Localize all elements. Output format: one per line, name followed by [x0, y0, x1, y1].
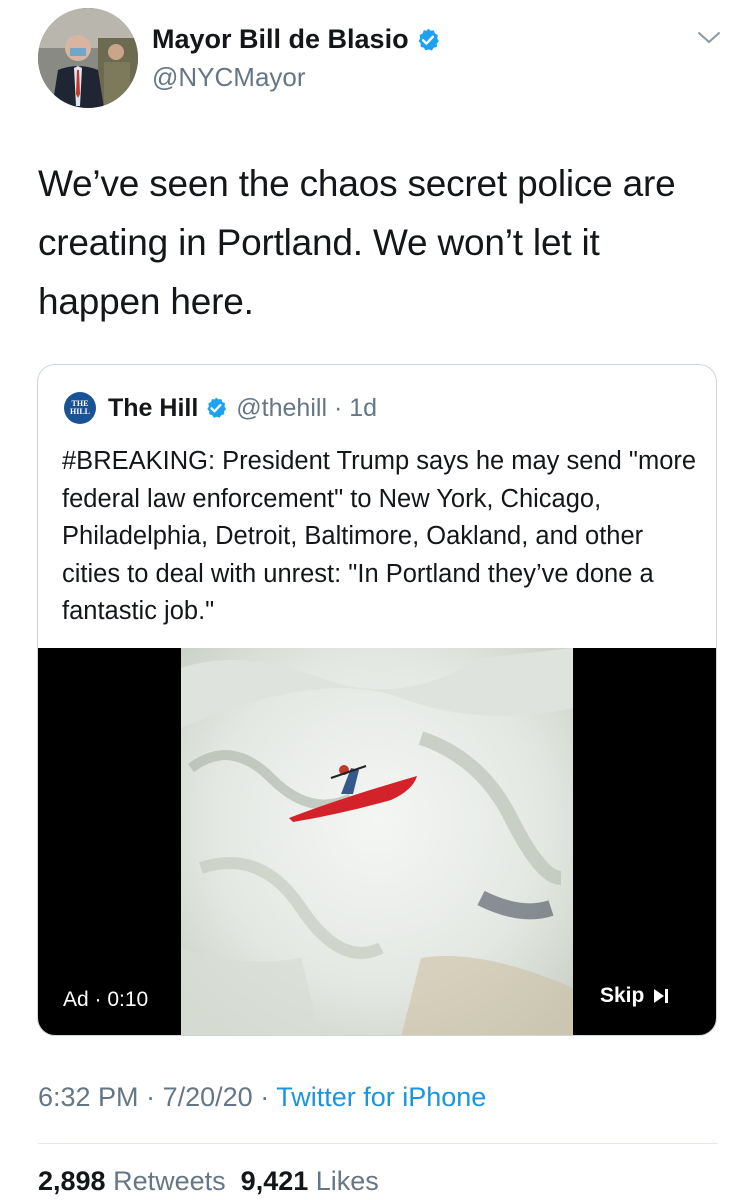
- separator-dot: ·: [327, 393, 350, 422]
- logo-text-bottom: HILL: [69, 407, 90, 416]
- quoted-tweet-card[interactable]: THE HILL The Hill @thehill · 1d #BREAKIN…: [37, 364, 717, 1036]
- tweet-date[interactable]: 7/20/20: [163, 1082, 253, 1112]
- video-thumbnail: [181, 648, 573, 1035]
- likes-label: Likes: [315, 1166, 379, 1196]
- likes-count: 9,421: [240, 1166, 309, 1196]
- quoted-tweet-text: #BREAKING: President Trump says he may s…: [62, 447, 697, 625]
- ad-timer-label: Ad · 0:10: [63, 988, 148, 1012]
- quoted-tweet-header: THE HILL The Hill @thehill · 1d: [64, 392, 377, 424]
- author-handle[interactable]: @NYCMayor: [152, 62, 306, 93]
- quoted-tweet-age: 1d: [349, 393, 378, 422]
- divider: [38, 1143, 718, 1144]
- skip-label: Skip: [600, 984, 645, 1007]
- engagement-stats: 2,898 Retweets 9,421 Likes: [38, 1166, 379, 1197]
- author-display-name[interactable]: Mayor Bill de Blasio: [152, 24, 441, 55]
- tweet-source-link[interactable]: Twitter for iPhone: [276, 1082, 486, 1112]
- ad-label: Ad: [63, 988, 89, 1011]
- verified-badge-icon: [418, 28, 439, 51]
- tweet-metadata: 6:32 PM · 7/20/20 · Twitter for iPhone: [38, 1082, 486, 1113]
- skip-forward-icon: [654, 989, 669, 1003]
- quoted-author-handle[interactable]: @thehill: [236, 394, 327, 423]
- profile-photo: [38, 8, 138, 108]
- chevron-down-icon[interactable]: [696, 28, 722, 48]
- video-frame[interactable]: [181, 648, 573, 1035]
- dot-separator: ·: [146, 1082, 163, 1112]
- verified-badge-icon: [207, 397, 227, 418]
- retweets-count: 2,898: [38, 1166, 106, 1196]
- the-hill-logo[interactable]: THE HILL: [64, 392, 96, 424]
- dot-separator: ·: [94, 988, 108, 1011]
- avatar[interactable]: [38, 8, 138, 108]
- tweet-time[interactable]: 6:32 PM: [38, 1082, 139, 1112]
- dot-separator: ·: [260, 1082, 277, 1112]
- ad-time: 0:10: [107, 988, 149, 1011]
- retweets-label: Retweets: [113, 1166, 226, 1196]
- tweet-text: We’ve seen the chaos secret police are c…: [38, 163, 676, 322]
- author-name[interactable]: Mayor Bill de Blasio: [152, 24, 409, 55]
- likes-stat[interactable]: 9,421 Likes: [241, 1166, 379, 1196]
- video-player[interactable]: Ad · 0:10 Skip: [38, 648, 716, 1035]
- retweets-stat[interactable]: 2,898 Retweets: [38, 1166, 226, 1196]
- quoted-author-name[interactable]: The Hill: [108, 394, 198, 423]
- skip-ad-button[interactable]: Skip: [600, 984, 670, 1008]
